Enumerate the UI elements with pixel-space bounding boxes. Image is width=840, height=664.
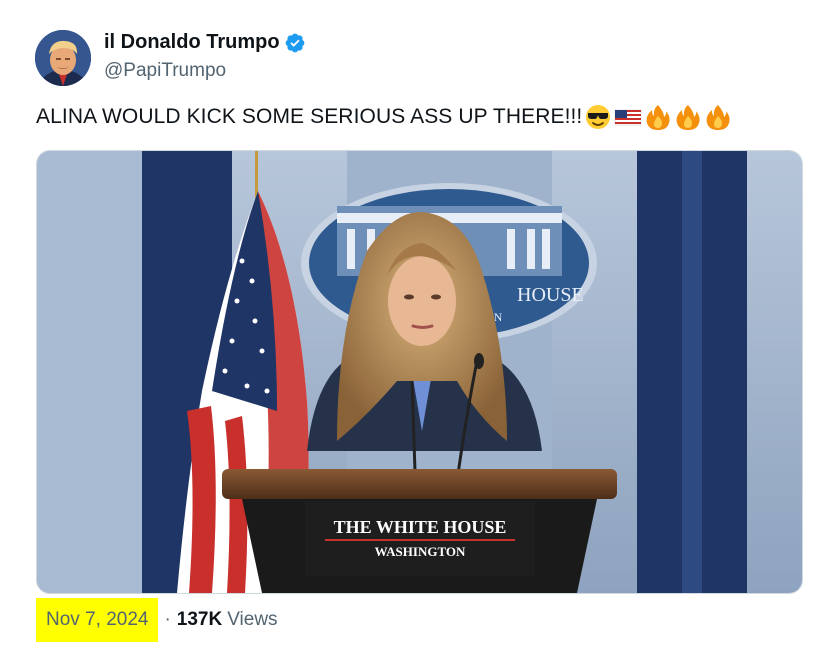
- fire-icon: [644, 103, 672, 131]
- tweet-body: ALINA WOULD KICK SOME SERIOUS ASS UP THE…: [36, 105, 583, 128]
- tweet-date[interactable]: Nov 7, 2024: [36, 598, 159, 642]
- verified-badge-icon[interactable]: [284, 32, 306, 54]
- press-briefing-photo-icon: HOUSE ON THE WHITE HOUSE: [37, 151, 802, 593]
- views-count[interactable]: 137K: [177, 609, 222, 631]
- smiling-face-with-sunglasses-icon: [584, 103, 612, 131]
- meta-separator: ·: [164, 609, 171, 630]
- tweet-text: ALINA WOULD KICK SOME SERIOUS ASS UP THE…: [36, 103, 732, 131]
- seal-text: HOUSE: [517, 284, 584, 306]
- avatar[interactable]: [35, 30, 91, 86]
- author-handle[interactable]: @PapiTrumpo: [104, 60, 226, 82]
- podium-title: THE WHITE HOUSE: [334, 517, 507, 537]
- fire-icon: [674, 103, 702, 131]
- avatar-portrait-icon: [35, 30, 91, 86]
- author-name-row: il Donaldo Trumpo: [104, 31, 306, 54]
- tweet-media[interactable]: HOUSE ON THE WHITE HOUSE: [36, 150, 803, 594]
- fire-icon: [704, 103, 732, 131]
- podium-subtitle: WASHINGTON: [375, 544, 466, 559]
- tweet-meta: Nov 7, 2024 · 137K Views: [36, 598, 278, 642]
- views-label[interactable]: Views: [227, 609, 277, 631]
- author-display-name[interactable]: il Donaldo Trumpo: [104, 31, 280, 54]
- us-flag-icon: [614, 103, 642, 131]
